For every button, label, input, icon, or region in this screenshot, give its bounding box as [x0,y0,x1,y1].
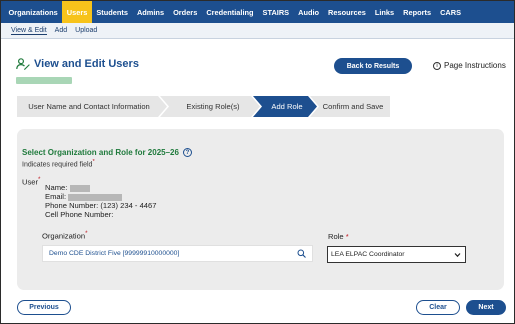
next-button[interactable]: Next [466,300,506,315]
info-circle-icon: i [433,61,441,70]
step-add-role[interactable]: Add Role [253,96,317,117]
step-label: Confirm and Save [322,102,384,111]
nav-links[interactable]: Links [370,1,398,23]
name-label: Name: [45,183,68,192]
progress-stepper: User Name and Contact Information Existi… [17,96,390,117]
chevron-down-icon [454,253,461,258]
redacted-email-value [68,193,123,201]
page-title: View and Edit Users [34,58,139,70]
nav-reports[interactable]: Reports [399,1,436,23]
nav-resources[interactable]: Resources [324,1,371,23]
nav-stairs[interactable]: STAIRS [258,1,294,23]
user-phone-row: Phone Number: (123) 234 - 4467 [45,201,156,210]
user-cell-row: Cell Phone Number: [45,210,113,219]
role-label-text: Role [328,232,344,241]
nav-students[interactable]: Students [92,1,133,23]
question-circle-icon[interactable]: ? [182,148,192,157]
search-icon[interactable] [297,249,306,258]
required-field-note: Indicates required field* [22,159,95,168]
user-name-row: Name: [45,183,90,192]
user-heading: User* [22,175,41,187]
subnav-add[interactable]: Add [55,27,67,34]
role-select[interactable]: LEA ELPAC Coordinator [327,246,466,263]
organization-label: Organization* [42,230,88,241]
role-label: Role * [328,232,349,241]
subnav-upload[interactable]: Upload [75,27,97,34]
organization-search-input[interactable]: Demo CDE District Five [99999910000000] [42,245,313,262]
clear-button[interactable]: Clear [416,300,460,315]
step-label: User Name and Contact Information [28,102,150,111]
nav-credentialing[interactable]: Credentialing [202,1,258,23]
required-asterisk: * [92,159,95,165]
required-asterisk: * [345,232,349,241]
redacted-user-name [16,77,72,84]
page-instructions-link[interactable]: i Page Instructions [433,61,506,70]
previous-button[interactable]: Previous [17,300,71,315]
phone-value: (123) 234 - 4467 [100,201,157,210]
section-title: Select Organization and Role for 2025–26… [22,148,192,157]
nav-users[interactable]: Users [62,1,92,23]
required-asterisk: * [85,230,88,237]
main-navigation: Organizations Users Students Admins Orde… [1,1,514,23]
page-header: View and Edit Users [16,58,139,70]
user-email-row: Email: [45,192,123,201]
section-title-text: Select Organization and Role for 2025–26 [22,148,179,157]
page-instructions-label: Page Instructions [444,61,506,70]
subnav-view-edit[interactable]: View & Edit [11,27,47,35]
organization-label-text: Organization [42,231,86,241]
step-label: Add Role [271,102,303,111]
nav-orders[interactable]: Orders [169,1,202,23]
step-existing-roles[interactable]: Existing Role(s) [160,96,260,117]
redacted-name-value [69,184,90,192]
user-edit-icon [16,58,30,70]
step-user-name-contact[interactable]: User Name and Contact Information [17,96,167,117]
required-note-text: Indicates required field [22,161,93,169]
user-label: User [22,177,39,187]
back-to-results-button[interactable]: Back to Results [334,58,412,74]
step-label: Existing Role(s) [186,102,240,111]
nav-audio[interactable]: Audio [294,1,324,23]
sub-navigation: View & Edit Add Upload [1,23,514,39]
nav-admins[interactable]: Admins [132,1,168,23]
phone-label: Phone Number: [45,201,99,210]
nav-organizations[interactable]: Organizations [4,1,62,23]
required-asterisk: * [38,176,41,183]
role-value: LEA ELPAC Coordinator [331,251,405,258]
organization-value: Demo CDE District Five [99999910000000] [49,250,180,257]
cell-label: Cell Phone Number: [45,210,114,219]
step-confirm-save[interactable]: Confirm and Save [310,96,390,117]
email-label: Email: [45,192,67,201]
nav-cars[interactable]: CARS [436,1,466,23]
